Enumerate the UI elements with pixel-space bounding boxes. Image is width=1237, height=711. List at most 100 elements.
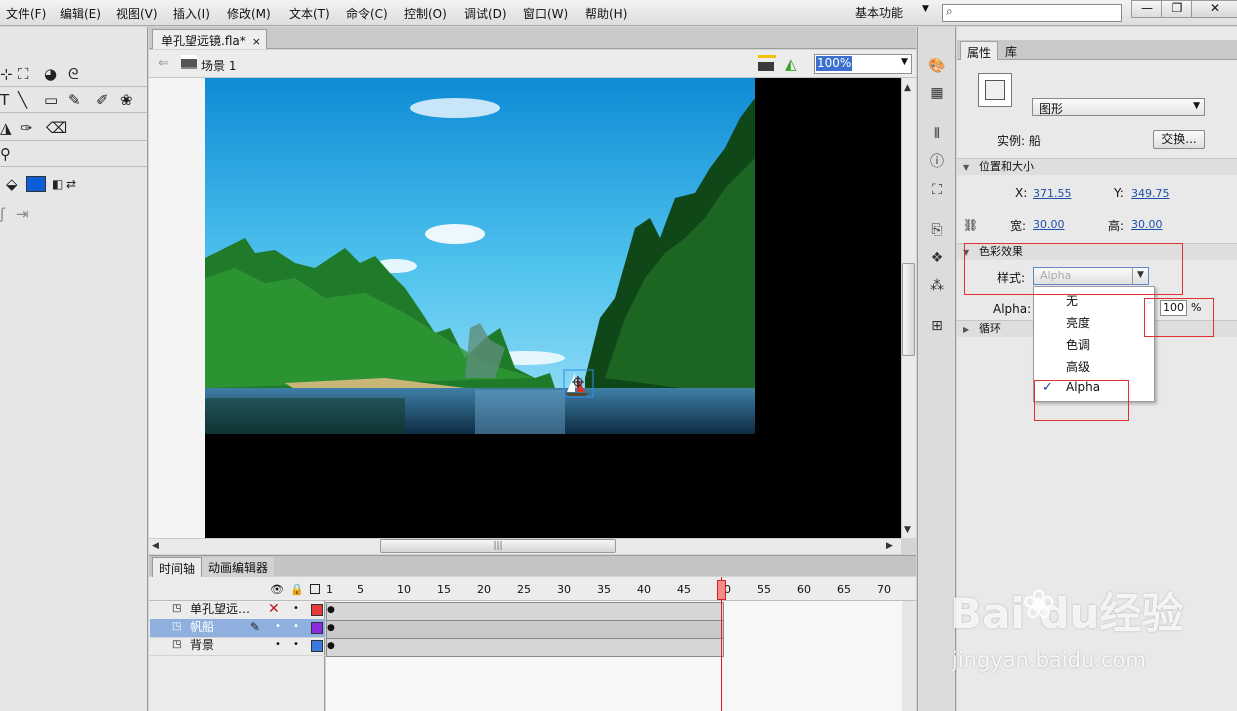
keyframe-dot[interactable]: ● (327, 605, 335, 615)
lock-dot[interactable]: • (293, 601, 299, 617)
document-tab[interactable]: 单孔望远镜.fla* × (152, 29, 267, 49)
eyedropper-icon[interactable]: ✑ (20, 120, 33, 136)
x-value[interactable]: 371.55 (1033, 187, 1072, 200)
eraser-icon[interactable]: ⌫ (46, 120, 67, 136)
y-value[interactable]: 349.75 (1131, 187, 1170, 200)
snap-icon[interactable]: ʃ (0, 206, 5, 222)
scene-label[interactable]: 场景 1 (201, 57, 236, 74)
paint-bucket-icon[interactable]: ◮ (0, 120, 12, 136)
deco-tool-icon[interactable]: ❀ (120, 92, 133, 108)
menu-modify[interactable]: 修改(M) (227, 5, 271, 22)
edit-scene-icon[interactable] (758, 55, 776, 71)
layer-row[interactable]: ◳ 背景 • • (150, 637, 325, 656)
menu-file[interactable]: 文件(F) (6, 5, 46, 22)
search-input[interactable] (942, 4, 1122, 22)
components-icon[interactable]: ❖ (928, 250, 946, 266)
swatches-icon[interactable]: ▦ (928, 85, 946, 101)
brush-icon[interactable]: ✐ (96, 92, 109, 108)
collapse-triangle-icon[interactable]: ▼ (963, 163, 969, 172)
keyframe-dot[interactable]: ● (327, 641, 335, 651)
hidden-x-icon[interactable]: ✕ (268, 601, 280, 617)
menu-commands[interactable]: 命令(C) (346, 5, 388, 22)
menu-window[interactable]: 窗口(W) (523, 5, 568, 22)
rectangle-tool-icon[interactable]: ▭ (44, 92, 58, 108)
text-tool-icon[interactable]: T (0, 92, 9, 108)
layer-color-swatch[interactable] (311, 622, 323, 634)
transform-icon[interactable]: ⛶ (928, 182, 946, 198)
scroll-left-icon[interactable]: ◀ (152, 541, 159, 551)
info-icon[interactable]: ⓘ (928, 154, 946, 170)
height-value[interactable]: 30.00 (1131, 218, 1163, 231)
tab-library[interactable]: 库 (1005, 43, 1017, 60)
zoom-value[interactable]: 100% (816, 56, 853, 71)
swap-colors-icon[interactable]: ⇄ (66, 176, 76, 192)
pencil-icon[interactable]: ✎ (68, 92, 81, 108)
fill-color-swatch[interactable] (26, 176, 46, 192)
keyframe-dot[interactable]: ● (327, 623, 335, 633)
frame-span[interactable] (326, 602, 724, 621)
zoom-tool-icon[interactable]: ⚲ (0, 146, 11, 162)
symbol-behavior-select[interactable]: 图形 ▼ (1032, 98, 1205, 116)
motion-presets-icon[interactable]: ⁂ (928, 278, 946, 294)
timeline-scrollbar[interactable] (902, 601, 916, 711)
menu-control[interactable]: 控制(O) (404, 5, 447, 22)
layer-color-swatch[interactable] (311, 604, 323, 616)
outline-icon[interactable] (310, 584, 320, 594)
menu-insert[interactable]: 插入(I) (173, 5, 210, 22)
lock-dot[interactable]: • (293, 637, 299, 653)
scroll-down-icon[interactable]: ▼ (904, 525, 911, 535)
layer-name[interactable]: 帆船 (190, 619, 214, 635)
menu-help[interactable]: 帮助(H) (585, 5, 627, 22)
color-palette-icon[interactable]: 🎨 (928, 58, 946, 74)
visibility-dot[interactable]: • (275, 619, 281, 635)
visibility-dot[interactable]: • (275, 637, 281, 653)
frame-span[interactable] (326, 620, 724, 639)
free-transform-icon[interactable]: ⊹ (0, 66, 13, 82)
project-icon[interactable]: ⊞ (928, 318, 946, 334)
smooth-icon[interactable]: ⇥ (16, 206, 29, 222)
vertical-scroll-thumb[interactable] (902, 263, 915, 356)
expand-triangle-icon[interactable]: ▶ (963, 325, 969, 334)
eye-icon[interactable]: 👁 (270, 583, 284, 596)
menu-view[interactable]: 视图(V) (116, 5, 158, 22)
horizontal-scroll-thumb[interactable]: ||| (380, 539, 616, 553)
layer-row[interactable]: ◳ 单孔望远… ✕ • (150, 601, 325, 620)
scroll-up-icon[interactable]: ▲ (904, 83, 911, 93)
layer-name[interactable]: 单孔望远… (190, 601, 250, 617)
dropdown-item-brightness[interactable]: 亮度 (1066, 314, 1090, 331)
dropdown-item-advanced[interactable]: 高级 (1066, 358, 1090, 375)
lock-dot[interactable]: • (293, 619, 299, 635)
black-white-icon[interactable]: ◧ (52, 176, 63, 192)
dropdown-item-tint[interactable]: 色调 (1066, 336, 1090, 353)
section-position-size[interactable]: 位置和大小 (957, 158, 1237, 175)
minimize-button[interactable]: — (1131, 0, 1163, 18)
close-button[interactable]: ✕ (1191, 0, 1237, 18)
edit-symbols-icon[interactable]: ◭ (785, 55, 797, 73)
scroll-right-icon[interactable]: ▶ (886, 541, 893, 551)
chevron-down-icon[interactable]: ▼ (922, 4, 929, 14)
align-icon[interactable]: ⫴ (928, 126, 946, 142)
layer-color-swatch[interactable] (311, 640, 323, 652)
constrain-link-icon[interactable]: ⛓ (963, 218, 978, 232)
chevron-down-icon[interactable]: ▼ (901, 57, 908, 67)
tab-properties[interactable]: 属性 (960, 41, 999, 60)
lasso-icon[interactable]: ᘓ (68, 66, 79, 82)
line-tool-icon[interactable]: ╲ (18, 92, 27, 108)
code-snippet-icon[interactable]: ⎘ (928, 222, 946, 238)
back-arrow-icon[interactable]: ⇐ (158, 56, 169, 71)
restore-button[interactable]: ❐ (1161, 0, 1193, 18)
swap-symbol-button[interactable]: 交换... (1153, 130, 1205, 149)
fill-bucket-icon[interactable]: ⬙ (6, 176, 18, 192)
width-value[interactable]: 30.00 (1033, 218, 1065, 231)
layer-row-selected[interactable]: ◳ 帆船 ✎ • • (150, 619, 325, 638)
3d-rotation-icon[interactable]: ◕ (44, 66, 57, 82)
stage-landscape-image[interactable] (205, 78, 755, 434)
frame-span[interactable] (326, 638, 724, 657)
menu-text[interactable]: 文本(T) (289, 5, 330, 22)
workspace-switcher[interactable]: 基本功能 (855, 4, 903, 21)
layer-name[interactable]: 背景 (190, 637, 214, 653)
menu-debug[interactable]: 调试(D) (464, 5, 507, 22)
playhead[interactable] (717, 580, 726, 600)
close-icon[interactable]: × (252, 35, 261, 48)
menu-edit[interactable]: 编辑(E) (60, 5, 101, 22)
